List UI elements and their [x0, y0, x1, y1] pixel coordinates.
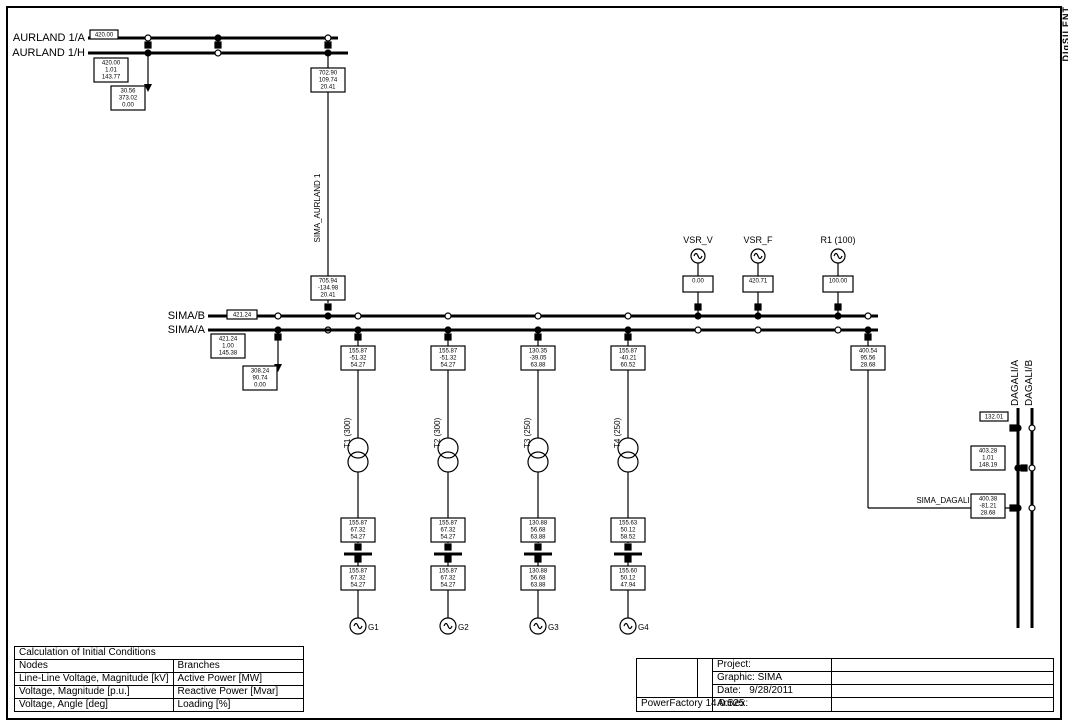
svg-text:28.68: 28.68: [860, 363, 876, 369]
svg-text:30.56: 30.56: [120, 89, 136, 95]
svg-text:60.52: 60.52: [620, 363, 636, 369]
svg-text:0.00: 0.00: [254, 383, 266, 389]
svg-text:54.27: 54.27: [350, 535, 366, 541]
svg-text:421.24: 421.24: [219, 337, 238, 343]
svg-text:G3: G3: [548, 623, 559, 632]
svg-text:0.00: 0.00: [692, 279, 704, 285]
svg-text:421.24: 421.24: [233, 313, 252, 319]
svg-text:90.74: 90.74: [252, 376, 268, 382]
svg-text:-39.05: -39.05: [529, 356, 547, 362]
drawing-frame: AURLAND 1/A AURLAND 1/H 420.00 420.00 1.…: [6, 6, 1062, 720]
svg-text:-51.32: -51.32: [349, 356, 367, 362]
svg-text:132.01: 132.01: [985, 415, 1004, 421]
svg-text:143.77: 143.77: [102, 75, 121, 81]
svg-text:56.68: 56.68: [530, 576, 546, 582]
svg-text:-81.21: -81.21: [979, 504, 997, 510]
svg-text:DAGALI/A: DAGALI/A: [1010, 360, 1021, 406]
calculation-legend: Calculation of Initial Conditions Nodes …: [14, 646, 304, 712]
svg-text:50.12: 50.12: [620, 528, 636, 534]
svg-text:54.27: 54.27: [440, 535, 456, 541]
svg-text:-134.98: -134.98: [318, 286, 339, 292]
svg-text:155.87: 155.87: [439, 349, 458, 355]
single-line-diagram: AURLAND 1/A AURLAND 1/H 420.00 420.00 1.…: [8, 8, 1060, 718]
watermark: DIgSILENT: [1061, 6, 1068, 62]
svg-text:155.87: 155.87: [349, 349, 368, 355]
svg-text:373.02: 373.02: [119, 96, 138, 102]
aurland-h-label: AURLAND 1/H: [12, 47, 85, 59]
svg-text:58.52: 58.52: [620, 535, 636, 541]
svg-text:100.00: 100.00: [829, 279, 848, 285]
svg-text:T3 (250): T3 (250): [523, 417, 532, 448]
software-name: PowerFactory 14.0.525: [637, 698, 831, 710]
svg-text:145.38: 145.38: [219, 351, 238, 357]
calc-header: Calculation of Initial Conditions: [15, 647, 303, 660]
svg-text:63.88: 63.88: [530, 583, 546, 589]
svg-text:20.41: 20.41: [320, 85, 336, 91]
svg-text:1.00: 1.00: [222, 344, 234, 350]
svg-text:G4: G4: [638, 623, 649, 632]
svg-text:705.94: 705.94: [319, 279, 338, 285]
svg-text:67.32: 67.32: [350, 576, 366, 582]
svg-text:1.01: 1.01: [982, 456, 994, 462]
svg-text:155.87: 155.87: [439, 521, 458, 527]
svg-text:63.88: 63.88: [530, 535, 546, 541]
svg-text:-40.21: -40.21: [619, 356, 637, 362]
svg-text:63.88: 63.88: [530, 363, 546, 369]
svg-text:54.27: 54.27: [350, 363, 366, 369]
svg-text:420.71: 420.71: [749, 279, 768, 285]
svg-text:VSR_F: VSR_F: [743, 235, 773, 245]
svg-text:67.32: 67.32: [440, 528, 456, 534]
svg-text:67.32: 67.32: [350, 528, 366, 534]
svg-text:54.27: 54.27: [440, 583, 456, 589]
svg-text:130.88: 130.88: [529, 521, 548, 527]
svg-text:DAGALI/B: DAGALI/B: [1024, 360, 1035, 406]
svg-text:SIMA_DAGALI: SIMA_DAGALI: [916, 496, 969, 505]
svg-text:1.01: 1.01: [105, 68, 117, 74]
svg-text:400.54: 400.54: [859, 349, 878, 355]
svg-text:130.88: 130.88: [529, 569, 548, 575]
sima-a-label: SIMA/A: [168, 324, 206, 336]
svg-text:155.87: 155.87: [619, 349, 638, 355]
svg-text:95.56: 95.56: [860, 356, 876, 362]
svg-text:155.60: 155.60: [619, 569, 638, 575]
branches-hdr: Branches: [174, 660, 303, 673]
svg-text:702.90: 702.90: [319, 71, 338, 77]
svg-text:403.28: 403.28: [979, 449, 998, 455]
svg-text:T1 (300): T1 (300): [343, 417, 352, 448]
svg-text:130.35: 130.35: [529, 349, 548, 355]
aurland-a-label: AURLAND 1/A: [13, 32, 86, 44]
svg-text:28.68: 28.68: [980, 511, 996, 517]
nodes-hdr: Nodes: [15, 660, 173, 673]
svg-text:420.00: 420.00: [102, 61, 121, 67]
svg-text:400.38: 400.38: [979, 497, 998, 503]
svg-text:155.63: 155.63: [619, 521, 638, 527]
svg-text:50.12: 50.12: [620, 576, 636, 582]
sima-aurland-line-label: SIMA_AURLAND 1: [313, 173, 322, 242]
svg-text:54.27: 54.27: [350, 583, 366, 589]
svg-text:20.41: 20.41: [320, 293, 336, 299]
svg-text:47.94: 47.94: [620, 583, 636, 589]
sima-b-label: SIMA/B: [168, 310, 205, 322]
svg-text:155.87: 155.87: [439, 569, 458, 575]
svg-text:56.68: 56.68: [530, 528, 546, 534]
svg-text:T2 (300): T2 (300): [433, 417, 442, 448]
svg-text:VSR_V: VSR_V: [683, 235, 713, 245]
svg-text:0.00: 0.00: [122, 103, 134, 109]
svg-text:54.27: 54.27: [440, 363, 456, 369]
svg-text:G2: G2: [458, 623, 469, 632]
svg-text:155.87: 155.87: [349, 521, 368, 527]
svg-text:148.19: 148.19: [979, 463, 998, 469]
software-block: PowerFactory 14.0.525: [636, 658, 832, 712]
svg-text:155.87: 155.87: [349, 569, 368, 575]
svg-text:420.00: 420.00: [95, 33, 114, 39]
svg-text:109.74: 109.74: [319, 78, 338, 84]
svg-text:G1: G1: [368, 623, 379, 632]
svg-text:-51.32: -51.32: [439, 356, 457, 362]
svg-text:T4 (250): T4 (250): [613, 417, 622, 448]
svg-text:R1 (100): R1 (100): [820, 235, 855, 245]
svg-text:308.24: 308.24: [251, 369, 270, 375]
svg-text:67.32: 67.32: [440, 576, 456, 582]
